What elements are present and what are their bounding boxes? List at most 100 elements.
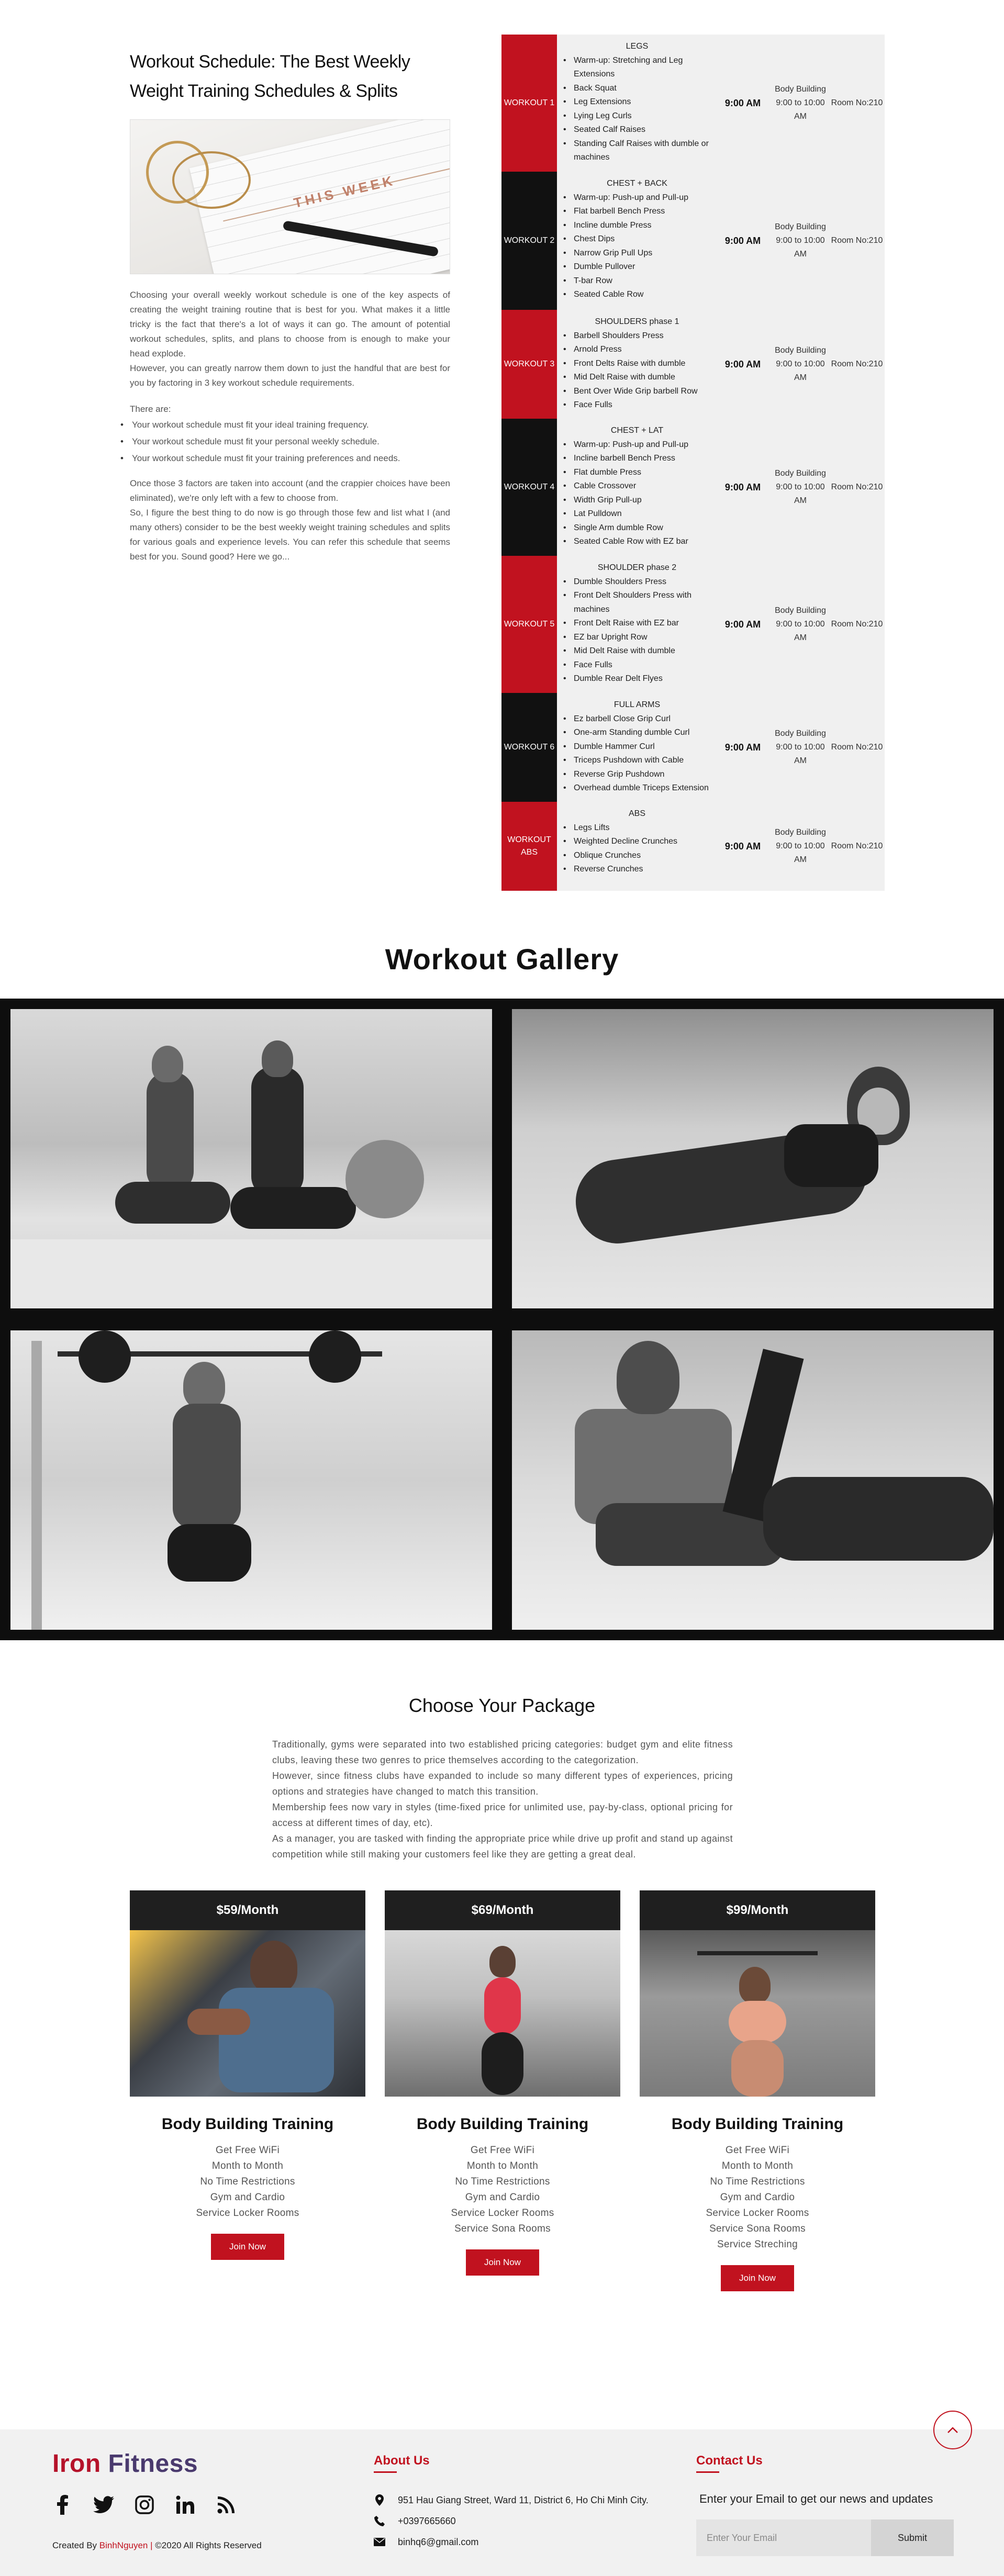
workout-label: WORKOUT 2 (501, 172, 557, 310)
exercise-list: Ez barbell Close Grip CurlOne-arm Standi… (563, 712, 714, 796)
list-item: Gym and Cardio (720, 2192, 795, 2203)
list-item: T-bar Row (563, 274, 714, 288)
requirements-list: Your workout schedule must fit your idea… (120, 417, 450, 467)
package-card-69: $69/Month Body Building Training Get Fre… (385, 1890, 620, 2276)
list-item: No Time Restrictions (455, 2176, 550, 2187)
time-cell: 9:00 AM (724, 236, 761, 246)
list-item: Your workout schedule must fit your pers… (120, 433, 450, 450)
exercise-list: Legs LiftsWeighted Decline CrunchesObliq… (563, 821, 714, 877)
list-item: Legs Lifts (563, 821, 714, 835)
list-item: Incline dumble Press (563, 219, 714, 233)
gallery-photo-rowing[interactable] (512, 1330, 994, 1630)
package-card-99: $99/Month Body Building Training Get Fre… (640, 1890, 875, 2291)
time-cell: 9:00 AM (724, 619, 761, 630)
room-cell: Room No:210 (831, 620, 883, 629)
chevron-up-icon (947, 2427, 958, 2433)
package-image (640, 1930, 875, 2097)
this-week-image: THIS WEEK (130, 119, 450, 274)
phone-text[interactable]: +0397665660 (398, 2516, 456, 2527)
email-row: binhq6@gmail.com (374, 2536, 478, 2548)
list-item: Warm-up: Stretching and Leg Extensions (563, 54, 714, 82)
package-title-text: Body Building Training (161, 2115, 334, 2133)
scroll-to-top-button[interactable] (933, 2411, 972, 2449)
list-item: Barbell Shoulders Press (563, 329, 714, 343)
gallery-photo-barbell[interactable] (10, 1330, 492, 1630)
social-links (52, 2494, 237, 2515)
package-features: Get Free WiFi Month to Month No Time Res… (640, 2143, 875, 2253)
class-cell: Body Building 9:00 to 10:00 AM (775, 828, 826, 864)
credit-author-link[interactable]: BinhNguyen (99, 2540, 148, 2550)
list-item: Warm-up: Push-up and Pull-up (563, 191, 714, 205)
package-title-text: Body Building Training (416, 2115, 589, 2133)
list-item: Dumble Pullover (563, 260, 714, 274)
join-now-button[interactable]: Join Now (466, 2249, 539, 2276)
list-item: Your workout schedule must fit your idea… (120, 417, 450, 433)
linkedin-icon[interactable] (175, 2494, 196, 2515)
site-footer: Iron Fitness Created By BinhNguyen | ©20… (0, 2429, 1004, 2576)
list-item: Service Streching (717, 2239, 798, 2250)
list-item: Seated Cable Row with EZ bar (563, 535, 714, 549)
exercise-cell: SHOULDERS phase 1 Barbell Shoulders Press… (557, 310, 714, 419)
package-text-3: Membership fees now vary in styles (time… (272, 1802, 733, 1828)
list-item: Front Delt Raise with EZ bar (563, 617, 714, 631)
list-item: Arnold Press (563, 343, 714, 357)
brand-part-2: Fitness (108, 2450, 198, 2478)
list-item: Narrow Grip Pull Ups (563, 247, 714, 261)
list-item: Face Fulls (563, 398, 714, 412)
rss-icon[interactable] (216, 2494, 237, 2515)
list-item: Service Locker Rooms (451, 2208, 554, 2219)
package-text-1: Traditionally, gyms were separated into … (272, 1739, 733, 1765)
list-item: Back Squat (563, 82, 714, 96)
list-item: No Time Restrictions (200, 2176, 295, 2187)
room-cell: Room No:210 (831, 360, 883, 368)
facebook-icon[interactable] (52, 2494, 73, 2515)
instagram-icon[interactable] (134, 2494, 155, 2515)
room-cell: Room No:210 (831, 842, 883, 850)
schedule-row: WORKOUT 6 FULL ARMS Ez barbell Close Grip … (501, 693, 885, 802)
newsletter-submit-button[interactable]: Submit (871, 2519, 954, 2556)
list-item: Front Delt Shoulders Press with machines (563, 589, 714, 617)
exercise-cell: LEGS Warm-up: Stretching and Leg Extensio… (557, 35, 714, 172)
list-item: Weighted Decline Crunches (563, 835, 714, 849)
schedule-row: WORKOUT 2 CHEST + BACK Warm-up: Push-up an… (501, 172, 885, 310)
list-item: Lat Pulldown (563, 507, 714, 521)
time-cell: 9:00 AM (724, 359, 761, 369)
list-item: Mid Delt Raise with dumble (563, 371, 714, 385)
class-cell: Body Building 9:00 to 10:00 AM (775, 346, 826, 382)
phone-icon (374, 2515, 385, 2527)
list-item: Warm-up: Push-up and Pull-up (563, 438, 714, 452)
package-price: $59/Month (130, 1890, 365, 1930)
exercise-group-title: FULL ARMS (613, 700, 661, 709)
newsletter-email-input[interactable] (696, 2519, 871, 2556)
brand-logo[interactable]: Iron Fitness (52, 2449, 198, 2478)
package-price: $69/Month (385, 1890, 620, 1930)
schedule-row: WORKOUT 5 SHOULDER phase 2 Dumble Shoulder… (501, 556, 885, 693)
email-text[interactable]: binhq6@gmail.com (398, 2537, 478, 2548)
gallery-photo-situps[interactable] (512, 1009, 994, 1308)
workout-label: WORKOUT 1 (501, 35, 557, 172)
list-item: Month to Month (721, 2160, 794, 2171)
list-item: Incline barbell Bench Press (563, 452, 714, 466)
intro-paragraph-1: Choosing your overall weekly workout sch… (130, 290, 450, 359)
exercise-group-title: SHOULDER phase 2 (597, 563, 677, 572)
exercise-group-title: CHEST + BACK (607, 179, 667, 188)
list-item: Mid Delt Raise with dumble (563, 644, 714, 658)
package-text-2: However, since fitness clubs have expand… (272, 1771, 733, 1797)
join-now-button[interactable]: Join Now (721, 2265, 794, 2291)
join-now-button[interactable]: Join Now (211, 2234, 284, 2260)
workout-label: WORKOUT 6 (501, 693, 557, 802)
list-item: Width Grip Pull-up (563, 494, 714, 508)
package-image (130, 1930, 365, 2097)
class-cell: Body Building 9:00 to 10:00 AM (775, 469, 826, 505)
list-item: Get Free WiFi (215, 2145, 280, 2156)
gallery-photo-squat[interactable] (10, 1009, 492, 1308)
exercise-group-title: CHEST + LAT (610, 426, 664, 435)
twitter-icon[interactable] (93, 2494, 114, 2515)
list-item: Lying Leg Curls (563, 109, 714, 124)
package-title-text: Body Building Training (671, 2115, 844, 2133)
phone-row: +0397665660 (374, 2515, 456, 2527)
package-price: $99/Month (640, 1890, 875, 1930)
credit-separator: | (148, 2540, 155, 2550)
contact-us-heading: Contact Us (696, 2454, 763, 2473)
package-card-59: $59/Month Body Building Training Get Fre… (130, 1890, 365, 2260)
